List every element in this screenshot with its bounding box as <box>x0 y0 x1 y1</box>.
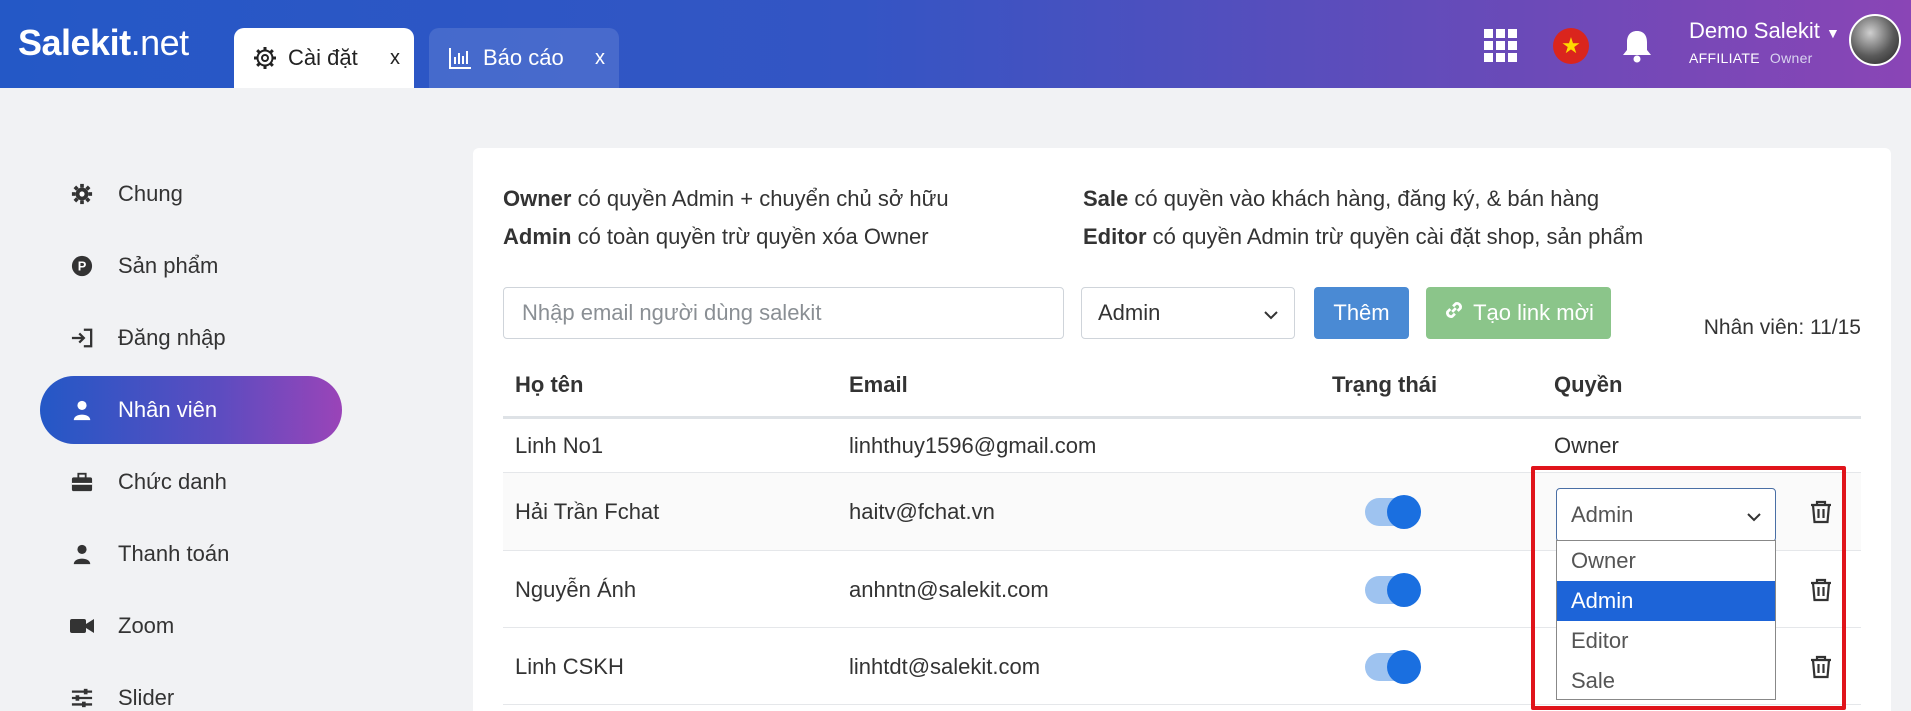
tab-settings[interactable]: Cài đặt x <box>234 28 414 88</box>
login-icon <box>70 326 94 350</box>
link-icon <box>1443 299 1465 327</box>
user-role-info: AFFILIATE Owner <box>1689 50 1813 66</box>
sidebar-item-payment[interactable]: Thanh toán <box>40 520 342 588</box>
col-header-role: Quyền <box>1554 372 1623 397</box>
avatar[interactable] <box>1849 14 1901 66</box>
col-header-status: Trạng thái <box>1332 372 1438 397</box>
sidebar-item-general[interactable]: Chung <box>40 160 342 228</box>
user-icon <box>70 542 94 566</box>
permission-sale: Sale có quyền vào khách hàng, đăng ký, &… <box>1083 186 1600 211</box>
status-toggle[interactable] <box>1365 495 1421 529</box>
user-icon <box>70 398 94 422</box>
tab-reports-label: Báo cáo <box>483 45 564 70</box>
col-header-email: Email <box>849 372 908 397</box>
role-owner-label: Owner <box>1554 433 1619 458</box>
email-input[interactable] <box>503 287 1064 339</box>
gear-icon <box>70 182 94 206</box>
annotation-highlight-box <box>1531 466 1846 710</box>
sidebar-item-staff[interactable]: Nhân viên <box>40 376 342 444</box>
sliders-icon <box>70 686 94 710</box>
user-menu[interactable]: Demo Salekit ▼ <box>1689 18 1840 44</box>
sidebar: Chung P Sản phẩm Đăng nhập Nhân viên Chứ… <box>40 160 342 711</box>
bar-chart-icon <box>447 45 473 71</box>
tab-settings-close[interactable]: x <box>390 47 400 70</box>
tab-reports[interactable]: Báo cáo x <box>429 28 619 88</box>
role-select[interactable]: Admin <box>1081 287 1295 339</box>
tab-reports-close[interactable]: x <box>595 47 605 70</box>
permission-owner: Owner có quyền Admin + chuyển chủ sở hữu <box>503 186 949 211</box>
staff-settings-card: Owner có quyền Admin + chuyển chủ sở hữu… <box>473 148 1891 711</box>
add-button[interactable]: Thêm <box>1314 287 1409 339</box>
video-icon <box>70 614 94 638</box>
col-header-name: Họ tên <box>515 372 584 397</box>
staff-count: Nhân viên: 11/15 <box>1703 316 1861 339</box>
svg-text:P: P <box>78 259 87 274</box>
chevron-down-icon <box>1264 300 1278 326</box>
apps-grid-icon[interactable] <box>1483 28 1519 64</box>
gear-icon <box>252 45 278 71</box>
tab-settings-label: Cài đặt <box>288 45 358 70</box>
top-header: Salekit.net Cài đặt x Báo cáo x ★ Demo S… <box>0 0 1911 88</box>
vietnam-flag-icon[interactable]: ★ <box>1553 28 1589 64</box>
permission-admin: Admin có toàn quyền trừ quyền xóa Owner <box>503 224 929 249</box>
sidebar-item-slider[interactable]: Slider <box>40 664 342 711</box>
bell-icon[interactable] <box>1619 28 1655 64</box>
table-row: Linh No1 linhthuy1596@gmail.com Owner <box>503 419 1861 473</box>
briefcase-icon <box>70 470 94 494</box>
sidebar-item-products[interactable]: P Sản phẩm <box>40 232 342 300</box>
logo[interactable]: Salekit.net <box>18 22 189 64</box>
sidebar-item-zoom[interactable]: Zoom <box>40 592 342 660</box>
sidebar-item-job-titles[interactable]: Chức danh <box>40 448 342 516</box>
product-icon: P <box>70 254 94 278</box>
create-invite-link-button[interactable]: Tạo link mời <box>1426 287 1611 339</box>
status-toggle[interactable] <box>1365 650 1421 684</box>
sidebar-item-login[interactable]: Đăng nhập <box>40 304 342 372</box>
permission-editor: Editor có quyền Admin trừ quyền cài đặt … <box>1083 224 1644 249</box>
status-toggle[interactable] <box>1365 573 1421 607</box>
